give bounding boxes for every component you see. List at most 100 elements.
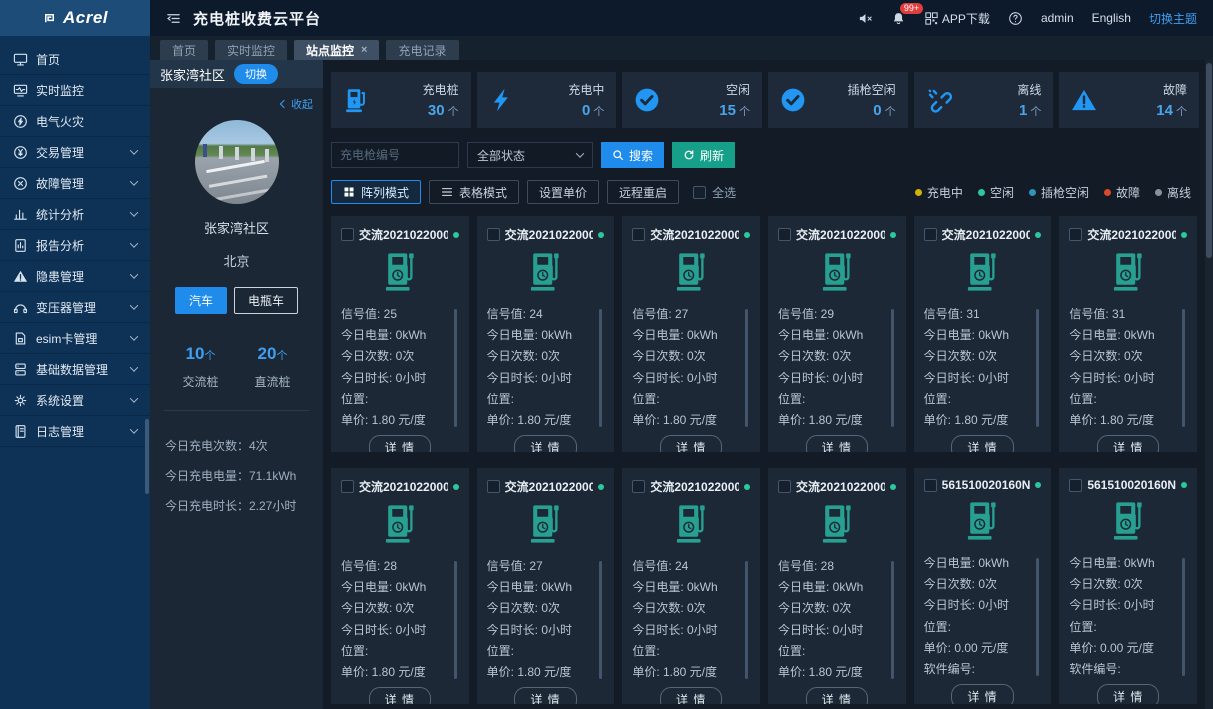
pile-field: 今日次数: 0次 — [486, 350, 560, 364]
pile-title: 交流20210220000532 — [504, 228, 594, 242]
card-scrollbar-thumb[interactable] — [1182, 558, 1185, 676]
language-switch[interactable]: English — [1092, 11, 1131, 25]
tab-实时监控[interactable]: 实时监控 — [215, 40, 288, 60]
pile-field: 位置: — [923, 620, 951, 634]
pile-checkbox[interactable] — [778, 228, 791, 241]
detail-button[interactable]: 详 情 — [514, 435, 577, 452]
chevron-down-icon — [129, 363, 139, 372]
detail-button[interactable]: 详 情 — [1096, 684, 1160, 704]
tab-站点监控[interactable]: 站点监控 × — [294, 40, 380, 60]
today-stat-row: 今日充电时长：2.27小时 — [165, 499, 297, 513]
count-unit: 个 — [204, 350, 216, 362]
pile-icon-wrap — [487, 504, 605, 544]
sidebar-item-统计分析[interactable]: 统计分析 — [0, 199, 150, 230]
sidebar-item-电气火灾[interactable]: 电气火灾 — [0, 106, 150, 137]
search-input[interactable] — [331, 142, 459, 168]
detail-button[interactable]: 详 情 — [514, 687, 577, 704]
detail-button[interactable]: 详 情 — [805, 687, 868, 704]
toolbar-button-设置单价[interactable]: 设置单价 — [527, 180, 600, 204]
sidebar-item-故障管理[interactable]: 故障管理 — [0, 168, 150, 199]
tab-首页[interactable]: 首页 — [160, 40, 209, 60]
detail-button[interactable]: 详 情 — [368, 687, 431, 704]
detail-button[interactable]: 详 情 — [951, 435, 1014, 452]
detail-button[interactable]: 详 情 — [368, 435, 431, 452]
sidebar-item-系统设置[interactable]: 系统设置 — [0, 385, 150, 416]
card-scrollbar-thumb[interactable] — [453, 561, 457, 679]
tab-close-icon[interactable]: × — [361, 44, 367, 56]
detail-button[interactable]: 详 情 — [805, 435, 868, 452]
card-scrollbar-thumb[interactable] — [890, 309, 894, 427]
card-scrollbar-thumb[interactable] — [1182, 309, 1185, 427]
card-scrollbar-thumb[interactable] — [1036, 309, 1040, 427]
toolbar-button-远程重启[interactable]: 远程重启 — [607, 180, 680, 204]
page-scrollbar-thumb[interactable] — [1206, 63, 1212, 258]
toolbar-button-阵列模式[interactable]: 阵列模式 — [331, 180, 422, 204]
sidebar-item-实时监控[interactable]: 实时监控 — [0, 75, 150, 106]
refresh-icon — [683, 149, 695, 161]
pile-checkbox[interactable] — [486, 228, 500, 241]
card-scrollbar-thumb[interactable] — [745, 561, 748, 679]
pile-checkbox[interactable] — [923, 228, 937, 241]
station-city: 北京 — [223, 254, 250, 269]
pile-checkbox[interactable] — [923, 478, 937, 492]
pile-field: 信号值: 27 — [486, 560, 543, 573]
pile-checkbox[interactable] — [632, 480, 646, 493]
sidebar-item-esim卡管理[interactable]: esim卡管理 — [0, 323, 150, 354]
sidebar-item-变压器管理[interactable]: 变压器管理 — [0, 292, 150, 323]
sidebar-scrollbar[interactable] — [145, 419, 149, 494]
status-select[interactable]: 全部状态 — [467, 142, 593, 168]
vehicle-tab-电瓶车[interactable]: 电瓶车 — [234, 287, 299, 314]
pile-field: 单价: 1.80 元/度 — [632, 665, 718, 679]
detail-button[interactable]: 详 情 — [659, 435, 723, 452]
pile-checkbox[interactable] — [341, 480, 354, 493]
switch-station-button[interactable]: 切换 — [234, 64, 279, 84]
card-scrollbar-thumb[interactable] — [453, 309, 457, 427]
pile-checkbox[interactable] — [778, 480, 791, 493]
card-scrollbar-thumb[interactable] — [599, 561, 603, 679]
collapse-panel-link[interactable]: 收起 — [150, 88, 323, 112]
tab-充电记录[interactable]: 充电记录 — [386, 40, 459, 60]
sidebar-item-首页[interactable]: 首页 — [0, 44, 150, 75]
detail-button[interactable]: 详 情 — [659, 687, 723, 704]
help-icon[interactable] — [1008, 11, 1023, 26]
pile-field: 单价: 1.80 元/度 — [778, 665, 863, 679]
pile-checkbox[interactable] — [632, 228, 646, 241]
sidebar-item-label: esim卡管理 — [36, 331, 98, 346]
toolbar-button-表格模式[interactable]: 表格模式 — [429, 180, 520, 204]
app-download[interactable]: APP下载 — [924, 10, 990, 27]
card-scrollbar-thumb[interactable] — [1036, 558, 1040, 676]
select-all-checkbox[interactable] — [693, 185, 707, 199]
pile-count-直流桩: 20个 直流桩 — [255, 344, 291, 390]
pile-field: 今日电量: 0kWh — [632, 329, 718, 343]
page-scrollbar[interactable] — [1205, 60, 1213, 709]
collapse-menu-icon[interactable] — [166, 11, 181, 26]
search-button[interactable]: 搜索 — [601, 142, 665, 168]
select-all[interactable]: 全选 — [693, 184, 736, 201]
pile-field: 信号值: 25 — [341, 308, 398, 321]
pile-checkbox[interactable] — [1069, 478, 1083, 492]
legend-dot — [1103, 188, 1111, 196]
pile-checkbox[interactable] — [341, 228, 354, 241]
detail-button[interactable]: 详 情 — [1096, 435, 1160, 452]
pile-field: 位置: — [632, 644, 660, 658]
stat-card-info: 空闲 15 个 — [719, 81, 750, 119]
notifications-bell[interactable]: 99+ — [891, 2, 924, 26]
check-circle-icon — [634, 87, 660, 113]
pile-checkbox[interactable] — [486, 480, 500, 493]
pile-field: 单价: 0.00 元/度 — [923, 641, 1009, 655]
pile-checkbox[interactable] — [1069, 228, 1083, 241]
sidebar-item-隐患管理[interactable]: 隐患管理 — [0, 261, 150, 292]
card-scrollbar-thumb[interactable] — [890, 561, 894, 679]
sidebar-item-报告分析[interactable]: 报告分析 — [0, 230, 150, 261]
card-scrollbar-thumb[interactable] — [745, 309, 748, 427]
vehicle-tab-汽车[interactable]: 汽车 — [174, 287, 227, 314]
speaker-mute-icon[interactable] — [858, 11, 873, 26]
sidebar-item-日志管理[interactable]: 日志管理 — [0, 416, 150, 447]
sidebar-item-交易管理[interactable]: 交易管理 — [0, 137, 150, 168]
refresh-button[interactable]: 刷新 — [672, 142, 736, 168]
sidebar-item-基础数据管理[interactable]: 基础数据管理 — [0, 354, 150, 385]
theme-switch-link[interactable]: 切换主题 — [1149, 10, 1197, 27]
user-name[interactable]: admin — [1041, 11, 1074, 25]
card-scrollbar-thumb[interactable] — [599, 309, 603, 427]
detail-button[interactable]: 详 情 — [951, 684, 1014, 704]
